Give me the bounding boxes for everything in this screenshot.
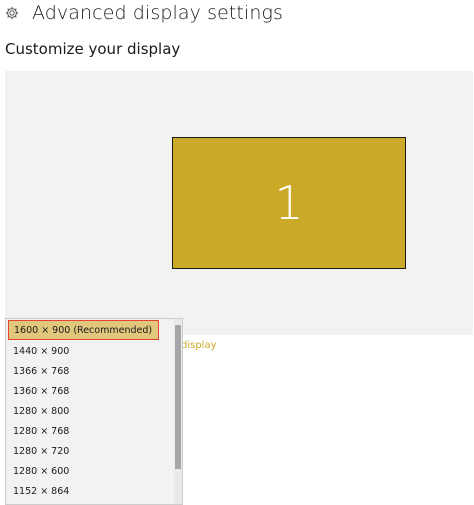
resolution-dropdown-list[interactable]: 1600 × 900 (Recommended) 1440 × 900 1366… <box>5 318 183 505</box>
monitor-number: 1 <box>274 176 304 230</box>
resolution-option[interactable]: 1366 × 768 <box>6 362 174 382</box>
advanced-display-settings-page: Advanced display settings Customize your… <box>0 0 474 505</box>
page-title: Advanced display settings <box>32 2 284 24</box>
dropdown-scrollbar[interactable] <box>174 319 182 504</box>
gear-icon <box>4 5 20 21</box>
resolution-option[interactable]: 1280 × 720 <box>6 442 174 462</box>
display-link[interactable]: display <box>181 340 217 351</box>
scrollbar-thumb[interactable] <box>175 325 181 469</box>
display-arrangement-area: 1 <box>5 71 473 335</box>
resolution-option[interactable]: 1280 × 800 <box>6 402 174 422</box>
resolution-option[interactable]: 1280 × 768 <box>6 422 174 442</box>
resolution-option-selected[interactable]: 1600 × 900 (Recommended) <box>8 320 159 340</box>
page-header: Advanced display settings <box>4 0 283 26</box>
resolution-option[interactable]: 1360 × 768 <box>6 382 174 402</box>
resolution-option[interactable]: 1152 × 864 <box>6 482 174 502</box>
section-title: Customize your display <box>5 40 181 58</box>
resolution-option[interactable]: 1440 × 900 <box>6 342 174 362</box>
monitor-tile-1[interactable]: 1 <box>172 137 406 269</box>
resolution-option[interactable]: 1280 × 600 <box>6 462 174 482</box>
